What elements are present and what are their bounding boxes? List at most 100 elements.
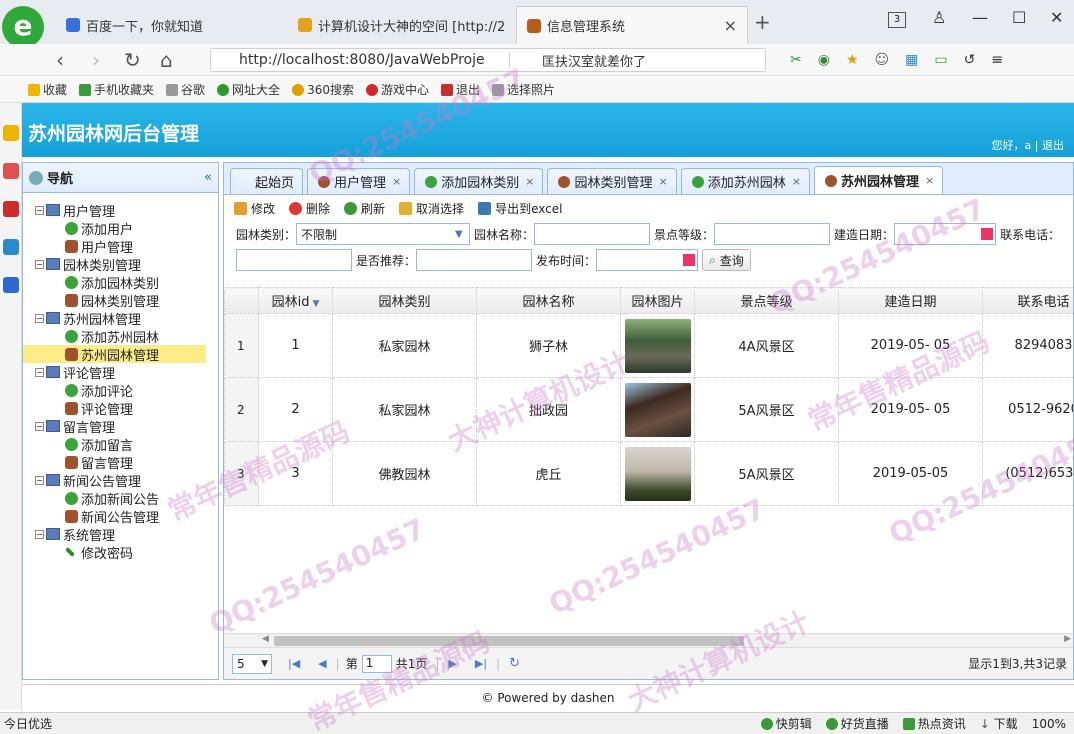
nav-group[interactable]: − 园林类别管理 xyxy=(23,255,218,274)
coupon-icon[interactable]: ★ xyxy=(846,52,859,68)
status-left-label[interactable]: 今日优选 xyxy=(4,715,52,732)
bookmark-item[interactable]: 手机收藏夹 xyxy=(79,81,154,98)
tab-close-icon[interactable]: × xyxy=(925,174,934,187)
calendar-icon[interactable] xyxy=(981,228,994,240)
level-input[interactable] xyxy=(714,223,831,245)
scissors-icon[interactable]: ✂ xyxy=(790,52,802,68)
recommend-input[interactable] xyxy=(416,249,533,271)
window-count-badge[interactable]: 3 xyxy=(888,12,906,28)
column-header-image[interactable]: 园林图片 xyxy=(620,287,695,314)
tab-close-icon[interactable]: × xyxy=(714,16,737,35)
category-select[interactable]: 不限制 ▼ xyxy=(296,223,471,245)
publish-input[interactable] xyxy=(596,249,699,271)
window-close-icon[interactable]: ✕ xyxy=(1050,8,1063,27)
browser-tab-baidu[interactable]: 百度一下，你就知道 xyxy=(56,6,284,44)
browser-tab-space[interactable]: 计算机设计大神的空间 [http://2 xyxy=(288,6,514,44)
minimize-icon[interactable]: — xyxy=(972,8,988,27)
page-tab[interactable]: 园林类别管理 × xyxy=(547,168,677,194)
nav-item[interactable]: 用户管理 xyxy=(23,237,218,256)
column-header-level[interactable]: 景点等级 xyxy=(694,287,839,314)
tab-close-icon[interactable]: × xyxy=(659,175,668,188)
column-header-date[interactable]: 建造日期 xyxy=(838,287,983,314)
column-header-category[interactable]: 园林类别 xyxy=(332,287,477,314)
query-button[interactable]: ⌕ 查询 xyxy=(702,249,751,271)
bookmark-item[interactable]: 谷歌 xyxy=(166,81,205,98)
bookmark-item[interactable]: 网址大全 xyxy=(217,81,280,98)
scroll-right-icon[interactable]: ▶ xyxy=(1064,634,1071,644)
status-item[interactable]: 好货直播 xyxy=(825,715,889,732)
back-icon[interactable]: ‹ xyxy=(56,48,64,72)
home-icon[interactable]: ⌂ xyxy=(160,48,173,72)
next-page-icon[interactable]: ▶ xyxy=(448,657,456,670)
edit-button[interactable]: 修改 xyxy=(234,200,275,217)
forward-icon[interactable]: › xyxy=(92,48,100,72)
nav-item[interactable]: 新闻公告管理 xyxy=(23,507,218,526)
delete-button[interactable]: 删除 xyxy=(289,200,330,217)
tab-close-icon[interactable]: × xyxy=(525,175,534,188)
status-item[interactable]: 快剪辑 xyxy=(760,715,812,732)
scrollbar-thumb[interactable] xyxy=(274,636,744,646)
last-page-icon[interactable]: ▶| xyxy=(475,657,487,670)
reload-icon[interactable]: ↻ xyxy=(124,48,141,72)
nav-item[interactable]: 苏州园林管理 xyxy=(23,345,206,364)
new-tab-button[interactable]: + xyxy=(754,10,771,34)
page-tab[interactable]: 用户管理 × xyxy=(307,168,411,194)
nav-item[interactable]: 添加园林类别 xyxy=(23,273,218,292)
nav-item[interactable]: 添加评论 xyxy=(23,381,218,400)
collapse-toggle-icon[interactable]: − xyxy=(35,367,44,377)
column-header-id[interactable]: 园林id ▼ xyxy=(258,287,333,314)
phone-input[interactable] xyxy=(236,249,352,271)
tab-close-icon[interactable]: × xyxy=(392,175,401,188)
browser-tab-active[interactable]: 信息管理系统 × xyxy=(516,6,748,44)
nav-group[interactable]: − 新闻公告管理 xyxy=(23,471,218,490)
date-input[interactable] xyxy=(894,223,997,245)
page-size-select[interactable]: 5 ▼ xyxy=(232,653,272,674)
page-tab[interactable]: 添加苏州园林 × xyxy=(680,168,810,194)
bookmark-item[interactable]: 选择照片 xyxy=(492,81,555,98)
garden-photo[interactable] xyxy=(624,446,691,501)
nav-item[interactable]: 修改密码 xyxy=(23,543,218,562)
apps-icon[interactable]: ▦ xyxy=(905,52,918,68)
collapse-icon[interactable]: « xyxy=(204,170,212,185)
status-item[interactable]: ↓ 下载 xyxy=(980,715,1018,732)
nav-item[interactable]: 评论管理 xyxy=(23,399,218,418)
table-row[interactable]: 33佛教园林虎丘5A风景区2019-05-05(0512)6532 xyxy=(224,441,1073,506)
collapse-toggle-icon[interactable]: − xyxy=(35,475,44,485)
translate-icon[interactable]: ◉ xyxy=(818,52,830,68)
scroll-left-icon[interactable]: ◀ xyxy=(262,634,269,644)
nav-item[interactable]: 添加新闻公告 xyxy=(23,489,218,508)
status-item[interactable]: 热点资讯 xyxy=(902,715,966,732)
nav-item[interactable]: 添加苏州园林 xyxy=(23,327,218,346)
notes-icon[interactable] xyxy=(3,163,19,179)
column-header-name[interactable]: 园林名称 xyxy=(476,287,621,314)
garden-photo[interactable] xyxy=(624,382,691,437)
menu-icon[interactable]: ≡ xyxy=(991,52,1003,68)
page-tab[interactable]: 苏州园林管理 × xyxy=(813,166,944,194)
name-input[interactable] xyxy=(534,223,651,245)
first-page-icon[interactable]: |◀ xyxy=(288,657,300,670)
column-header-phone[interactable]: 联系电话 xyxy=(982,287,1073,314)
user-greeting[interactable]: 您好，a | 退出 xyxy=(992,137,1064,153)
nav-item[interactable]: 园林类别管理 xyxy=(23,291,218,310)
mail-icon[interactable] xyxy=(3,239,19,255)
bookmark-item[interactable]: 收藏 xyxy=(28,81,67,98)
nav-group[interactable]: − 用户管理 xyxy=(23,201,218,220)
tab-close-icon[interactable]: × xyxy=(792,175,801,188)
weibo-icon[interactable] xyxy=(3,201,19,217)
url-box[interactable]: http://localhost:8080/JavaWebProje 匡扶汉室就… xyxy=(210,48,766,72)
table-row[interactable]: 1 1 私家园林 狮子林 4A风景区 2019-05- 05 8294083 xyxy=(224,313,1073,378)
emoji-icon[interactable]: ☺ xyxy=(875,52,890,68)
export-button[interactable]: 导出到excel xyxy=(478,200,562,217)
nav-item[interactable]: 添加用户 xyxy=(23,219,218,238)
favorites-icon[interactable] xyxy=(3,125,19,141)
bookmark-item[interactable]: 游戏中心 xyxy=(365,81,429,98)
prev-page-icon[interactable]: ◀ xyxy=(318,657,326,670)
nav-group[interactable]: − 苏州园林管理 xyxy=(23,309,218,328)
nav-group[interactable]: − 留言管理 xyxy=(23,417,218,436)
bookmark-item[interactable]: 退出 xyxy=(440,81,480,98)
refresh-button[interactable]: 刷新 xyxy=(344,200,385,217)
url-input[interactable]: http://localhost:8080/JavaWebProje xyxy=(211,52,501,68)
page-tab[interactable]: 添加园林类别 × xyxy=(414,168,544,194)
garden-photo[interactable] xyxy=(624,318,691,373)
horizontal-scrollbar[interactable]: ◀ ▶ xyxy=(224,633,1073,647)
